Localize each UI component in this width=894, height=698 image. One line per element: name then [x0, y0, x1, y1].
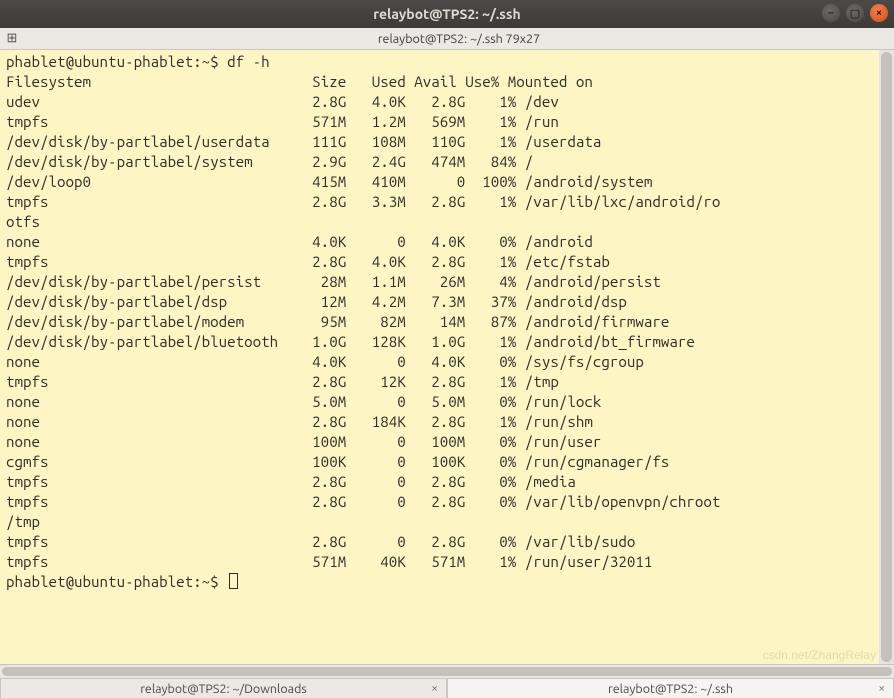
terminal-cursor [229, 573, 238, 589]
terminal-output[interactable]: phablet@ubuntu-phablet:~$ df -h Filesyst… [0, 50, 894, 592]
tab-ssh[interactable]: relaybot@TPS2: ~/.ssh × [447, 678, 894, 698]
split-view-icon[interactable]: ⊞ [0, 31, 24, 46]
tab-downloads[interactable]: relaybot@TPS2: ~/Downloads × [0, 678, 447, 698]
close-icon[interactable]: × [878, 682, 885, 695]
window-titlebar: relaybot@TPS2: ~/.ssh – ▢ × [0, 0, 894, 28]
horizontal-scrollbar[interactable] [0, 664, 894, 678]
vertical-scrollbar[interactable] [879, 50, 894, 664]
minimize-button[interactable]: – [822, 4, 840, 22]
horizontal-scrollbar-thumb[interactable] [2, 667, 892, 676]
tab-label: relaybot@TPS2: ~/Downloads [140, 682, 307, 696]
terminal-dimensions: relaybot@TPS2: ~/.ssh 79x27 [24, 32, 894, 46]
close-icon[interactable]: × [431, 682, 438, 695]
terminal-infobar: ⊞ relaybot@TPS2: ~/.ssh 79x27 [0, 28, 894, 50]
watermark-text: csdn.net/ZhangRelay [763, 648, 876, 662]
window-controls: – ▢ × [822, 4, 888, 22]
tab-label: relaybot@TPS2: ~/.ssh [608, 682, 733, 696]
maximize-button[interactable]: ▢ [846, 4, 864, 22]
vertical-scrollbar-thumb[interactable] [881, 52, 892, 662]
window-title: relaybot@TPS2: ~/.ssh [0, 6, 894, 22]
terminal-pane[interactable]: phablet@ubuntu-phablet:~$ df -h Filesyst… [0, 50, 894, 664]
close-button[interactable]: × [870, 4, 888, 22]
terminal-tabstrip: relaybot@TPS2: ~/Downloads × relaybot@TP… [0, 678, 894, 698]
